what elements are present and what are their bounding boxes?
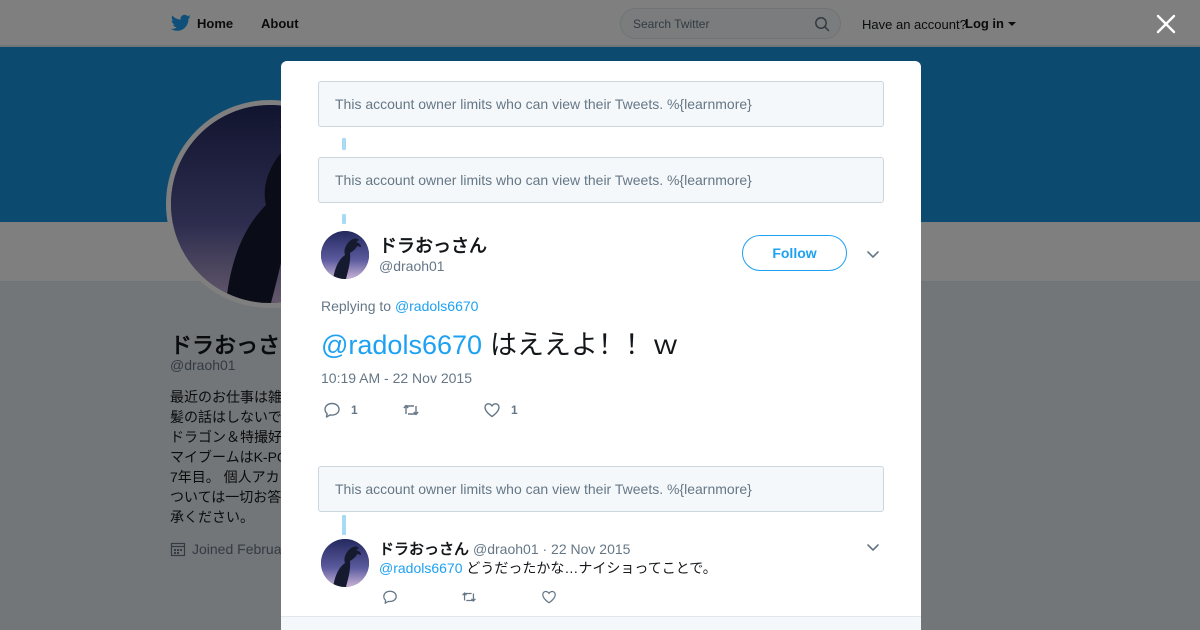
like-action[interactable] bbox=[541, 589, 557, 605]
replying-to-link[interactable]: @radols6670 bbox=[395, 298, 479, 314]
like-action[interactable]: 1 bbox=[483, 401, 518, 419]
like-count: 1 bbox=[511, 403, 518, 417]
thread-line bbox=[342, 515, 346, 535]
reply-tweet-header: ドラおっさん @draoh01 · 22 Nov 2015 bbox=[379, 538, 630, 559]
retweet-icon bbox=[462, 592, 476, 602]
retweet-action[interactable] bbox=[402, 401, 430, 419]
tweet-author-name[interactable]: ドラおっさん bbox=[379, 232, 487, 258]
reply-author-meta[interactable]: @draoh01 · 22 Nov 2015 bbox=[473, 541, 630, 557]
dragon-avatar-image bbox=[321, 539, 369, 587]
thread-line bbox=[342, 138, 346, 150]
reply-action[interactable] bbox=[382, 589, 398, 605]
tweet-timestamp[interactable]: 10:19 AM - 22 Nov 2015 bbox=[321, 370, 472, 386]
reply-icon bbox=[383, 590, 397, 604]
replying-prefix: Replying to bbox=[321, 298, 392, 314]
reply-author-avatar[interactable] bbox=[321, 539, 369, 587]
limited-view-notice: This account owner limits who can view t… bbox=[318, 81, 884, 127]
chevron-down-icon[interactable] bbox=[865, 539, 881, 555]
limited-view-notice: This account owner limits who can view t… bbox=[318, 466, 884, 512]
modal-footer bbox=[281, 616, 921, 630]
retweet-action[interactable] bbox=[461, 589, 477, 605]
thread-line bbox=[342, 214, 346, 224]
reply-icon bbox=[324, 402, 340, 418]
tweet-text: @radols6670 はええよ！！ｗ bbox=[321, 323, 679, 362]
retweet-icon bbox=[403, 404, 419, 416]
follow-button[interactable]: Follow bbox=[742, 235, 847, 271]
tweet-author-handle[interactable]: @draoh01 bbox=[379, 258, 445, 274]
tweet-mention-link[interactable]: @radols6670 bbox=[321, 330, 482, 360]
close-icon[interactable] bbox=[1154, 12, 1178, 36]
tweet-modal: This account owner limits who can view t… bbox=[281, 61, 921, 630]
reply-author-name[interactable]: ドラおっさん bbox=[379, 541, 469, 558]
heart-icon bbox=[484, 403, 500, 418]
heart-icon bbox=[542, 590, 556, 604]
chevron-down-icon[interactable] bbox=[865, 246, 881, 262]
tweet-author-avatar[interactable] bbox=[321, 231, 369, 279]
reply-action[interactable]: 1 bbox=[323, 401, 358, 419]
tweet-body: はええよ！！ｗ bbox=[490, 330, 680, 360]
reply-tweet-body: どうだったかな…ナイショってことで。 bbox=[466, 560, 717, 576]
dragon-avatar-image bbox=[321, 231, 369, 279]
reply-mention-link[interactable]: @radols6670 bbox=[379, 560, 463, 576]
reply-count: 1 bbox=[351, 403, 358, 417]
reply-tweet-text: @radols6670 どうだったかな…ナイショってことで。 bbox=[379, 558, 717, 578]
limited-view-notice: This account owner limits who can view t… bbox=[318, 157, 884, 203]
replying-to: Replying to @radols6670 bbox=[321, 298, 478, 314]
